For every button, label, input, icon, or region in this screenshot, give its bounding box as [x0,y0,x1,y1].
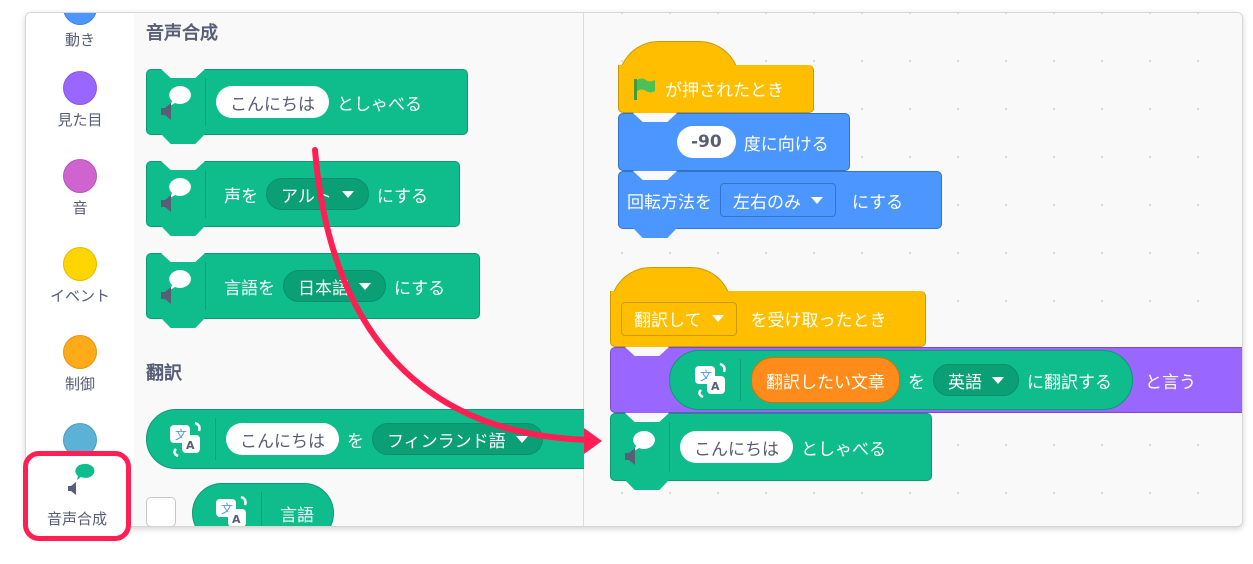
arrow-curve [312,147,593,443]
arrow-head [584,428,602,454]
annotation-arrow [312,147,602,454]
